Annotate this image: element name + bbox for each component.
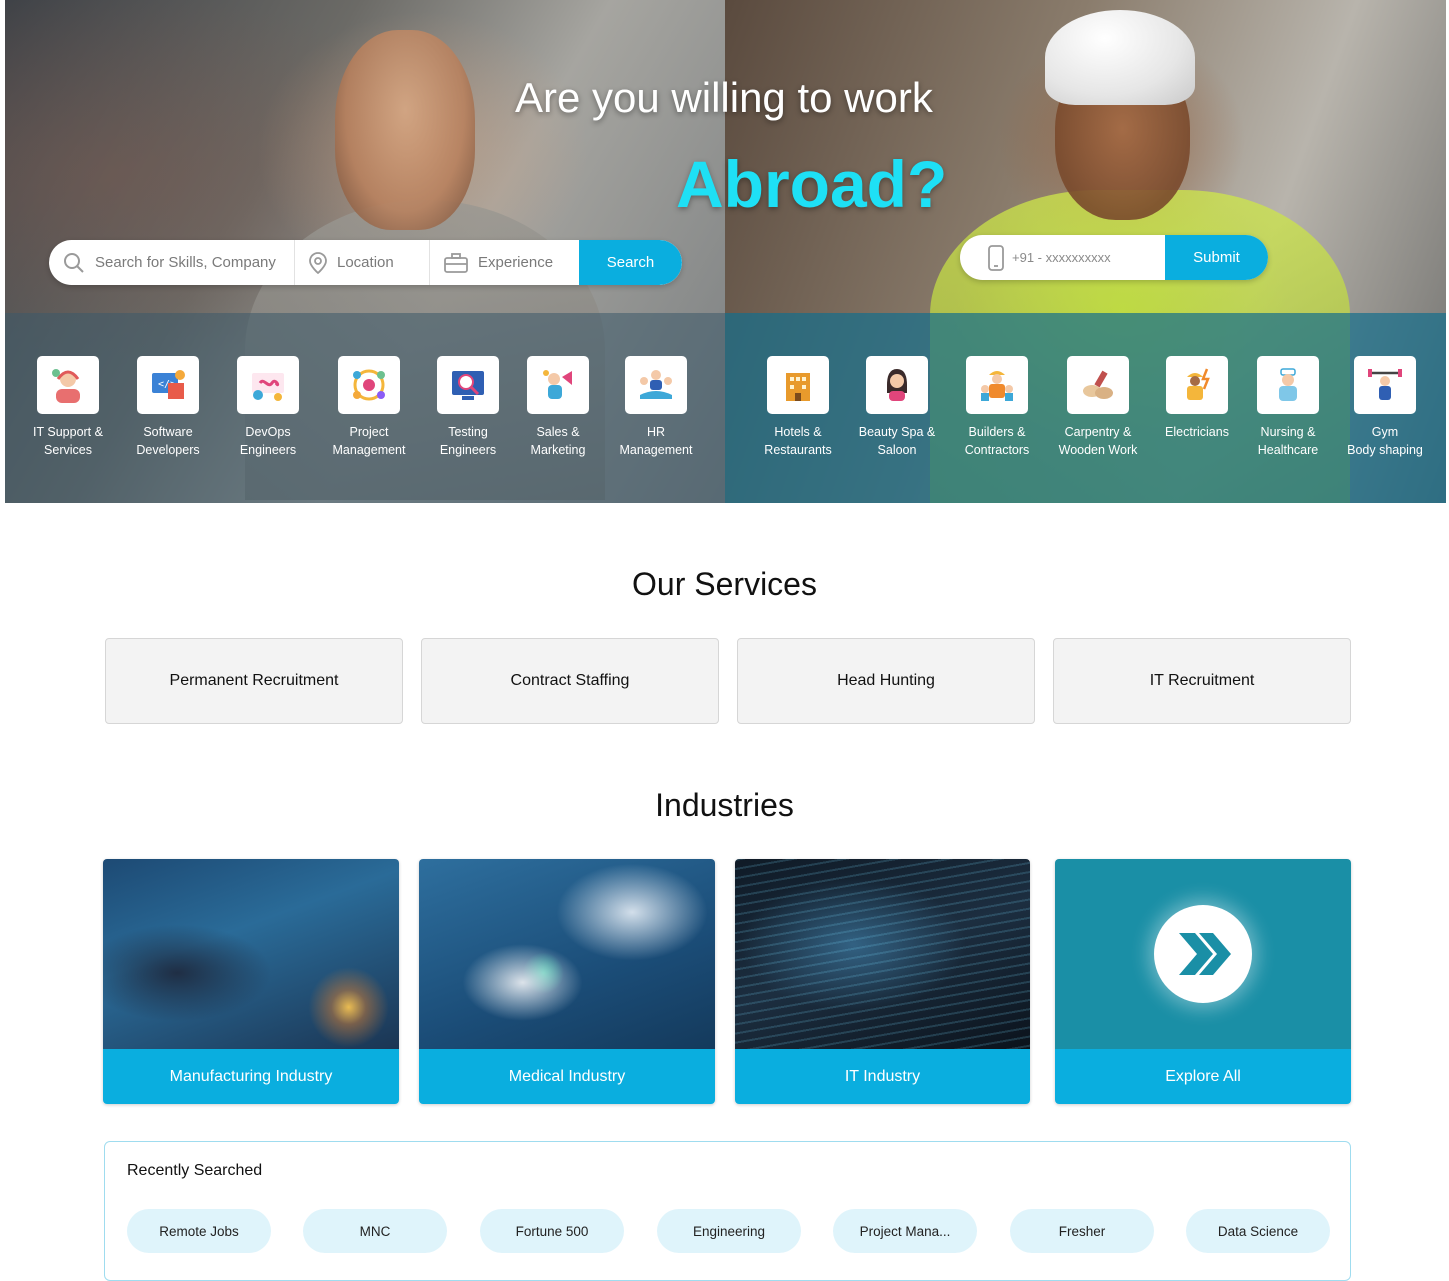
explore-panel <box>1055 859 1351 1049</box>
carpentry-icon <box>1083 370 1113 399</box>
submit-button[interactable]: Submit <box>1165 235 1268 280</box>
it-image <box>735 859 1030 1049</box>
experience-placeholder: Experience <box>478 254 554 271</box>
service-card[interactable]: Head Hunting <box>737 638 1035 724</box>
industry-card-manufacturing[interactable]: Manufacturing Industry <box>103 859 399 1104</box>
job-search-bar: Search for Skills, Company Location Expe… <box>49 240 682 285</box>
services-title: Our Services <box>632 566 817 602</box>
hr-management-icon <box>640 370 672 399</box>
search-button[interactable]: Search <box>579 240 682 285</box>
it-support-icon <box>52 369 80 403</box>
industry-label: Manufacturing Industry <box>103 1049 399 1104</box>
location-placeholder: Location <box>337 254 394 271</box>
experience-input[interactable]: Experience <box>430 240 579 285</box>
nursing-icon <box>1279 368 1297 401</box>
sales-marketing-icon <box>543 370 572 399</box>
search-chip[interactable]: MNC <box>303 1209 447 1253</box>
category-it-support[interactable]: IT Support & Services <box>18 356 118 459</box>
phone-placeholder: +91 - xxxxxxxxxx <box>1012 250 1111 265</box>
manufacturing-image <box>103 859 399 1049</box>
search-chip[interactable]: Engineering <box>657 1209 801 1253</box>
search-chip[interactable]: Project Mana... <box>833 1209 977 1253</box>
industry-card-explore-all[interactable]: Explore All <box>1055 859 1351 1104</box>
builders-icon <box>981 371 1013 401</box>
hero-headline: Are you willing to work <box>515 74 933 121</box>
industry-label: IT Industry <box>735 1049 1030 1104</box>
category-nursing-healthcare[interactable]: Nursing & Healthcare <box>1238 356 1338 459</box>
category-builders-contractors[interactable]: Builders & Contractors <box>947 356 1047 459</box>
project-management-icon <box>353 369 385 401</box>
category-carpentry[interactable]: Carpentry & Wooden Work <box>1048 356 1148 459</box>
location-pin-icon <box>309 251 327 274</box>
category-software-developers[interactable]: </> Software Developers <box>118 356 218 459</box>
industry-label: Medical Industry <box>419 1049 715 1104</box>
search-chip[interactable]: Data Science <box>1186 1209 1330 1253</box>
industry-card-it[interactable]: IT Industry <box>735 859 1030 1104</box>
search-chip[interactable]: Fortune 500 <box>480 1209 624 1253</box>
category-sales-marketing[interactable]: Sales & Marketing <box>508 356 608 459</box>
category-beauty-spa[interactable]: Beauty Spa & Saloon <box>847 356 947 459</box>
search-chip[interactable]: Remote Jobs <box>127 1209 271 1253</box>
industry-card-medical[interactable]: Medical Industry <box>419 859 715 1104</box>
devops-icon <box>252 373 284 401</box>
hotel-icon <box>786 373 810 401</box>
search-icon <box>64 252 84 273</box>
gym-icon <box>1368 369 1402 400</box>
medical-image <box>419 859 715 1049</box>
phone-input[interactable]: +91 - xxxxxxxxxx <box>960 235 1165 280</box>
service-card[interactable]: Permanent Recruitment <box>105 638 403 724</box>
recently-searched-panel: Recently Searched Remote Jobs MNC Fortun… <box>104 1141 1351 1281</box>
service-card[interactable]: IT Recruitment <box>1053 638 1351 724</box>
category-hr-management[interactable]: HR Management <box>606 356 706 459</box>
beauty-spa-icon <box>887 369 907 401</box>
briefcase-icon <box>444 252 468 273</box>
recently-searched-title: Recently Searched <box>127 1162 263 1179</box>
double-chevron-right-icon <box>1179 933 1231 975</box>
category-devops-engineers[interactable]: DevOps Engineers <box>218 356 318 459</box>
skills-placeholder: Search for Skills, Company <box>95 254 276 271</box>
skills-search-input[interactable]: Search for Skills, Company <box>49 240 295 285</box>
category-hotels-restaurants[interactable]: Hotels & Restaurants <box>748 356 848 459</box>
phone-submit-bar: +91 - xxxxxxxxxx Submit <box>960 235 1268 280</box>
mobile-phone-icon <box>988 244 1004 271</box>
software-developer-icon: </> <box>152 370 185 399</box>
category-electricians[interactable]: Electricians <box>1147 356 1247 441</box>
electrician-icon <box>1187 368 1210 400</box>
location-input[interactable]: Location <box>295 240 430 285</box>
hero-headline-highlight: Abroad? <box>676 147 948 221</box>
service-card[interactable]: Contract Staffing <box>421 638 719 724</box>
industry-label: Explore All <box>1055 1049 1351 1104</box>
testing-icon <box>452 371 484 400</box>
search-chip[interactable]: Fresher <box>1010 1209 1154 1253</box>
industries-title: Industries <box>655 787 794 823</box>
category-project-management[interactable]: Project Management <box>319 356 419 459</box>
category-gym[interactable]: Gym Body shaping <box>1335 356 1435 459</box>
category-testing-engineers[interactable]: Testing Engineers <box>418 356 518 459</box>
